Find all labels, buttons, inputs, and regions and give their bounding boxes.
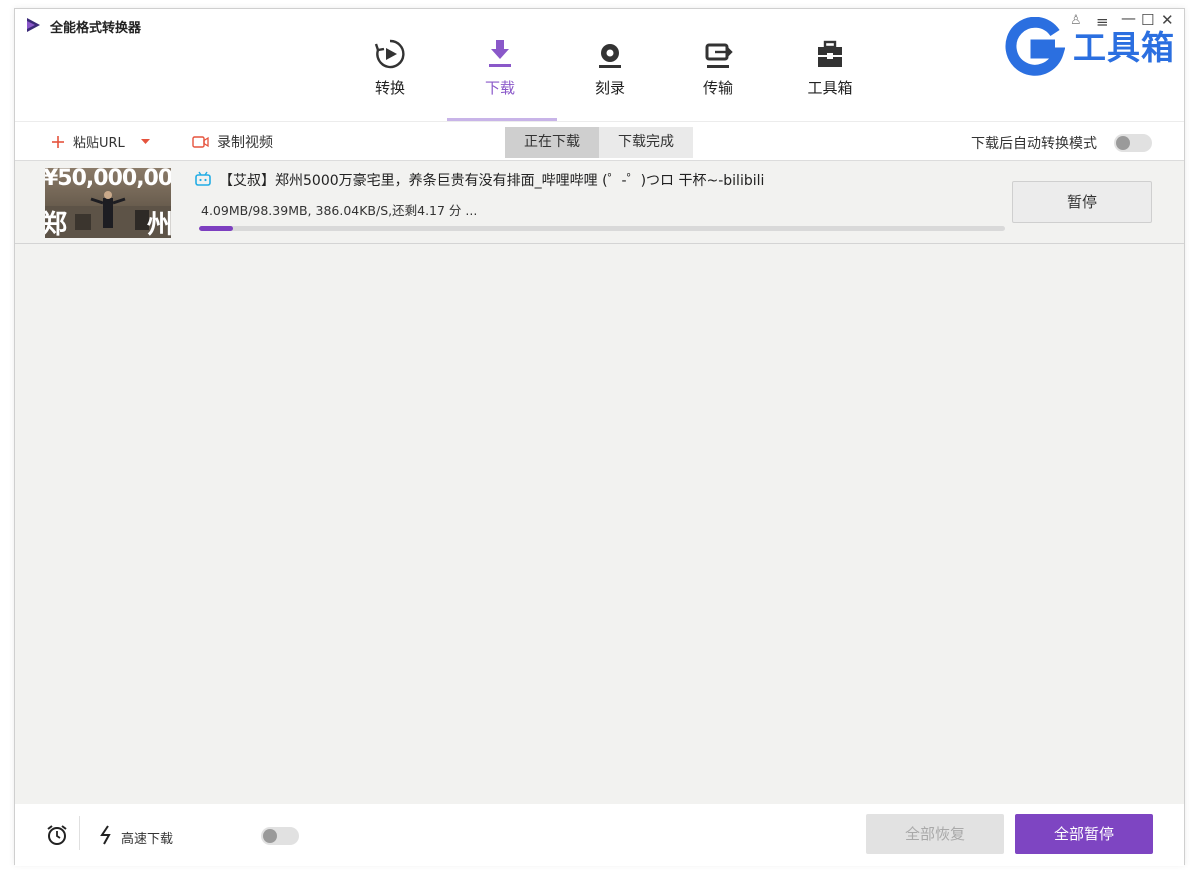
nav-burn-label: 刻录 bbox=[594, 79, 625, 97]
resume-all-button[interactable]: 全部恢复 bbox=[866, 814, 1004, 854]
maximize-icon[interactable]: ☐ bbox=[1141, 11, 1154, 29]
paste-url-button[interactable]: 粘贴URL bbox=[51, 132, 150, 151]
transfer-icon bbox=[705, 43, 733, 68]
nav-transfer[interactable]: 传输 bbox=[663, 37, 773, 121]
thumbnail-text-right: 州 bbox=[147, 210, 171, 238]
tab-downloading[interactable]: 正在下载 bbox=[505, 127, 599, 158]
download-item: ¥50,000,00 郑 州 【艾叔】郑州5000万豪宅里，养条巨贵有没有排面_… bbox=[15, 162, 1184, 244]
tab-finished[interactable]: 下载完成 bbox=[599, 127, 693, 158]
alarm-clock-icon[interactable] bbox=[46, 824, 68, 846]
toolbox-icon bbox=[818, 40, 842, 67]
nav-download-label: 下载 bbox=[484, 79, 515, 97]
brand-text: 工具箱 bbox=[1073, 28, 1175, 67]
footer: 高速下载 全部恢复 全部暂停 bbox=[15, 804, 1184, 866]
nav-burn[interactable]: 刻录 bbox=[555, 37, 665, 121]
nav-convert-label: 转换 bbox=[374, 79, 405, 97]
toggle-knob bbox=[1116, 136, 1130, 150]
high-speed-download-label: 高速下载 bbox=[121, 832, 174, 847]
footer-divider bbox=[79, 816, 80, 850]
nav-transfer-label: 传输 bbox=[702, 79, 733, 97]
toggle-knob bbox=[263, 829, 277, 843]
video-camera-icon bbox=[192, 136, 209, 148]
brand-g-icon bbox=[1005, 17, 1065, 76]
download-icon bbox=[489, 40, 511, 67]
burn-disc-icon bbox=[599, 44, 621, 68]
brand-logo: 工具箱 bbox=[1003, 11, 1183, 77]
user-icon[interactable]: ♙ bbox=[1070, 13, 1082, 28]
convert-icon bbox=[374, 39, 405, 69]
video-title: 【艾叔】郑州5000万豪宅里，养条巨贵有没有排面_哔哩哔哩 (゜-゜)つロ 干杯… bbox=[219, 173, 765, 189]
lightning-icon bbox=[100, 825, 111, 845]
minimize-icon[interactable]: — bbox=[1121, 9, 1136, 27]
close-icon[interactable]: ✕ bbox=[1161, 11, 1174, 29]
download-progress-bar bbox=[199, 226, 1005, 231]
download-progress-text: 4.09MB/98.39MB, 386.04KB/S,还剩4.17 分 ... bbox=[201, 203, 478, 218]
auto-convert-label: 下载后自动转换模式 bbox=[971, 136, 1097, 152]
record-video-label: 录制视频 bbox=[217, 135, 273, 151]
record-video-button[interactable]: 录制视频 bbox=[192, 132, 273, 152]
download-status-tabs: 正在下载 下载完成 bbox=[505, 127, 693, 158]
download-list-empty-area bbox=[15, 245, 1184, 804]
plus-icon bbox=[52, 135, 64, 148]
app-window: 全能格式转换器 转换 下载 刻录 传输 工具箱 工具箱 ♙ ≡ — ☐ ✕ 粘贴… bbox=[14, 8, 1185, 866]
download-progress-fill bbox=[199, 226, 233, 231]
nav-convert[interactable]: 转换 bbox=[335, 37, 445, 121]
thumbnail-text-bottom: 郑 bbox=[45, 210, 68, 238]
menu-icon[interactable]: ≡ bbox=[1096, 13, 1109, 31]
bilibili-icon bbox=[195, 171, 211, 186]
thumbnail-text-top: ¥50,000,00 bbox=[45, 168, 171, 191]
caret-down-icon[interactable] bbox=[140, 138, 150, 145]
high-speed-toggle[interactable] bbox=[261, 827, 299, 845]
pause-button[interactable]: 暂停 bbox=[1012, 181, 1152, 223]
auto-convert-toggle[interactable] bbox=[1114, 134, 1152, 152]
toolbar: 粘贴URL 录制视频 正在下载 下载完成 下载后自动转换模式 bbox=[15, 121, 1184, 161]
nav-toolbox-label: 工具箱 bbox=[807, 79, 853, 97]
nav-toolbox[interactable]: 工具箱 bbox=[775, 37, 885, 121]
paste-url-label: 粘贴URL bbox=[73, 136, 125, 151]
pause-all-button[interactable]: 全部暂停 bbox=[1015, 814, 1153, 854]
video-thumbnail: ¥50,000,00 郑 州 bbox=[45, 168, 171, 238]
nav-download[interactable]: 下载 bbox=[445, 37, 555, 121]
header: 全能格式转换器 转换 下载 刻录 传输 工具箱 工具箱 ♙ ≡ — ☐ ✕ bbox=[15, 9, 1184, 121]
